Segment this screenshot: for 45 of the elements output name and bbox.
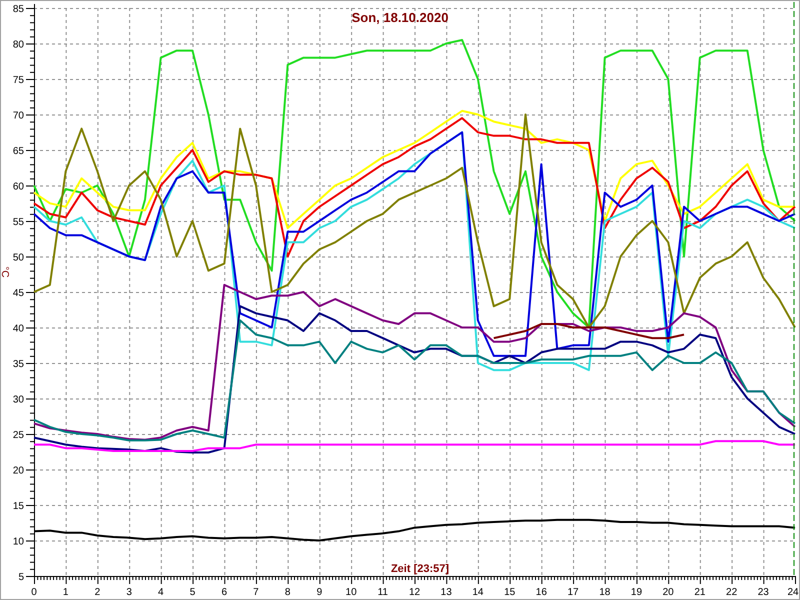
tick-label: 19: [630, 587, 642, 598]
tick-label: 65: [12, 146, 24, 157]
tick-label: 6: [221, 587, 228, 598]
tick-label: 16: [536, 587, 547, 598]
tick-label: 9: [316, 587, 322, 598]
tick-label: 2: [94, 587, 100, 598]
tick-label: 14: [472, 587, 484, 598]
tick-label: 45: [12, 288, 24, 299]
tick-label: 0: [31, 587, 37, 598]
tick-label: 25: [12, 430, 24, 441]
tick-label: 8: [284, 587, 290, 598]
tick-label: 50: [12, 252, 24, 264]
tick-label: 5: [190, 587, 196, 598]
tick-label: 18: [599, 587, 610, 598]
x-axis-label: Zeit [23:57]: [390, 563, 450, 575]
tick-label: 20: [662, 587, 674, 598]
tick-label: 15: [504, 587, 516, 598]
tick-label: 12: [408, 587, 420, 598]
tick-label: 75: [12, 75, 24, 86]
tick-label: 20: [12, 466, 24, 476]
tick-label: 30: [12, 394, 24, 406]
tick-label: 70: [12, 110, 24, 122]
tick-label: 4: [158, 587, 164, 598]
tick-label: 80: [12, 40, 24, 50]
tick-label: 40: [12, 324, 24, 334]
tick-label: 10: [12, 536, 24, 548]
tick-label: 55: [12, 217, 24, 228]
tick-label: 21: [694, 587, 706, 598]
tick-label: 24: [787, 587, 799, 598]
tick-label: 10: [346, 587, 357, 598]
tick-label: 85: [12, 4, 24, 15]
tick-label: 17: [567, 587, 579, 598]
tick-label: 13: [440, 587, 452, 598]
tick-label: 23: [758, 587, 769, 598]
chart-title: Son, 18.10.2020: [352, 10, 448, 25]
tick-label: 35: [12, 359, 24, 370]
tick-label: 7: [253, 587, 259, 598]
tick-label: 60: [12, 182, 24, 192]
tick-label: 11: [378, 587, 388, 598]
tick-label: 3: [126, 587, 132, 598]
tick-label: 1: [62, 587, 68, 598]
y-axis-label: °C: [0, 266, 10, 278]
tick-label: 22: [726, 587, 738, 598]
tick-label: 5: [18, 572, 24, 583]
tick-label: 15: [12, 501, 24, 512]
